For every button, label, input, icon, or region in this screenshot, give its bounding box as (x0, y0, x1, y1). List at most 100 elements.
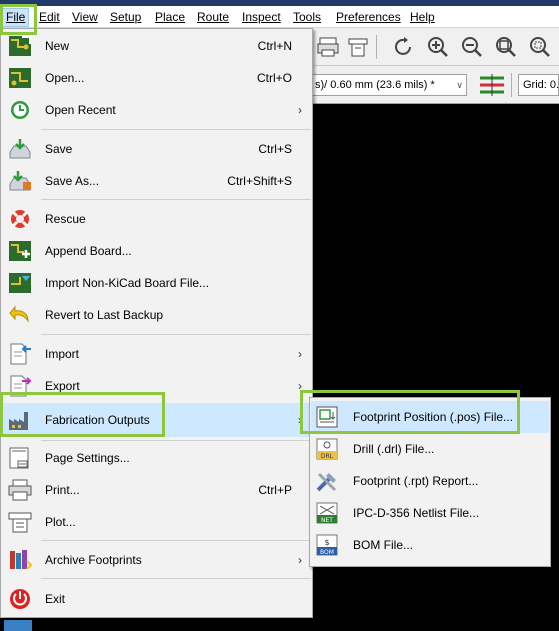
menu-item-label: Open... (45, 71, 85, 85)
submenu-item-ipc-netlist[interactable]: NET IPC-D-356 Netlist File... (311, 497, 549, 529)
exit-icon (10, 589, 30, 609)
menu-item-shortcut: Ctrl+Shift+S (227, 174, 292, 188)
track-width-value: s)/ 0.60 mm (23.6 mils) * (315, 79, 435, 91)
zoom-selection-icon[interactable] (528, 36, 552, 58)
menu-route[interactable]: Route (197, 9, 229, 26)
menu-item-shortcut: Ctrl+N (257, 39, 292, 53)
menu-separator (41, 540, 311, 541)
menu-place[interactable]: Place (155, 9, 185, 26)
save-icon (9, 139, 31, 159)
submenu-item-bom-file[interactable]: $ BOM BOM File... (311, 529, 549, 561)
menu-setup[interactable]: Setup (110, 9, 141, 26)
submenu-item-drill-file[interactable]: DRL Drill (.drl) File... (311, 433, 549, 465)
menu-separator (41, 578, 311, 579)
menu-item-archive-footprints[interactable]: Archive Footprints › (2, 545, 312, 575)
submenu-item-label: Footprint (.rpt) Report... (353, 474, 479, 488)
menu-item-rescue[interactable]: Rescue (2, 204, 312, 234)
menu-item-plot[interactable]: Plot... (2, 507, 312, 537)
fabrication-icon (9, 412, 28, 430)
svg-text:$: $ (324, 538, 329, 547)
menu-tools[interactable]: Tools (293, 9, 321, 26)
svg-text:DRL: DRL (321, 453, 334, 460)
menu-item-label: Archive Footprints (45, 553, 142, 567)
menu-item-save[interactable]: Save Ctrl+S (2, 134, 312, 164)
menu-view[interactable]: View (72, 9, 98, 26)
menu-item-fabrication-outputs[interactable]: Fabrication Outputs › (2, 403, 312, 437)
toolbar-separator (511, 73, 512, 97)
plot-icon (8, 512, 32, 533)
chevron-right-icon: › (298, 103, 302, 117)
save-as-icon (9, 171, 31, 191)
chevron-right-icon: › (298, 413, 302, 427)
open-board-icon (9, 68, 31, 88)
menu-item-new[interactable]: New Ctrl+N (2, 31, 312, 61)
append-board-icon (9, 241, 31, 261)
zoom-in-icon[interactable] (426, 36, 450, 58)
menu-item-label: Exit (45, 592, 66, 606)
recent-icon (11, 101, 29, 119)
via-size-icon[interactable] (478, 72, 506, 98)
menu-separator (41, 129, 311, 130)
menu-item-open-recent[interactable]: Open Recent › (2, 95, 312, 125)
menu-item-label: Open Recent (45, 103, 116, 117)
menu-item-open[interactable]: Open... Ctrl+O (2, 63, 312, 93)
print-icon (8, 479, 32, 501)
file-menu: New Ctrl+N Open... Ctrl+O Open Recent › … (0, 28, 313, 618)
menu-inspect[interactable]: Inspect (242, 9, 281, 26)
grid-select[interactable]: Grid: 0.2 (518, 74, 559, 96)
chevron-right-icon: › (298, 347, 302, 361)
menu-item-revert[interactable]: Revert to Last Backup (2, 300, 312, 330)
page-settings-icon (9, 447, 29, 469)
main-toolbar (312, 28, 559, 66)
menu-item-save-as[interactable]: Save As... Ctrl+Shift+S (2, 166, 312, 196)
menu-file[interactable]: File (2, 8, 30, 27)
menu-item-import-non-kicad[interactable]: Import Non-KiCad Board File... (2, 268, 312, 298)
new-board-icon (9, 36, 31, 56)
import-icon (10, 343, 31, 365)
rescue-icon (11, 210, 29, 228)
track-width-select[interactable]: s)/ 0.60 mm (23.6 mils) * ∨ (312, 74, 467, 96)
drill-file-icon: DRL (316, 438, 338, 460)
menu-item-label: Append Board... (45, 244, 132, 258)
menu-item-label: Save As... (45, 174, 100, 188)
menu-item-label: Plot... (45, 515, 76, 529)
menu-separator (41, 199, 311, 200)
netlist-icon: NET (316, 502, 338, 524)
menu-item-label: Import (45, 347, 80, 361)
plot-tool-icon[interactable] (346, 36, 370, 58)
submenu-item-footprint-position[interactable]: Footprint Position (.pos) File... (311, 401, 549, 433)
menu-item-page-settings[interactable]: Page Settings... (2, 443, 312, 473)
menu-separator (41, 334, 311, 335)
menu-bar: File Edit View Setup Place Route Inspect… (0, 6, 559, 28)
redraw-icon[interactable] (392, 36, 416, 58)
menu-item-label: New (45, 39, 70, 53)
menu-item-import[interactable]: Import › (2, 339, 312, 369)
zoom-fit-icon[interactable] (494, 36, 518, 58)
toolbar-separator (376, 35, 377, 59)
menu-edit[interactable]: Edit (39, 9, 60, 26)
zoom-out-icon[interactable] (460, 36, 484, 58)
submenu-item-label: BOM File... (353, 538, 414, 552)
archive-icon (10, 550, 32, 570)
menu-item-export[interactable]: Export › (2, 371, 312, 401)
footprint-report-icon (316, 472, 337, 492)
menu-item-append-board[interactable]: Append Board... (2, 236, 312, 266)
menu-item-shortcut: Ctrl+O (256, 71, 292, 85)
menu-help[interactable]: Help (410, 9, 435, 26)
chevron-down-icon: ∨ (456, 80, 463, 90)
menu-preferences[interactable]: Preferences (336, 9, 401, 26)
print-tool-icon[interactable] (316, 36, 340, 58)
fabrication-submenu: Footprint Position (.pos) File... DRL Dr… (309, 397, 551, 567)
submenu-item-footprint-report[interactable]: Footprint (.rpt) Report... (311, 465, 549, 497)
chevron-right-icon: › (298, 379, 302, 393)
menu-item-label: Rescue (45, 212, 86, 226)
menu-item-exit[interactable]: Exit (2, 584, 312, 614)
menu-item-print[interactable]: Print... Ctrl+P (2, 475, 312, 505)
submenu-item-label: Footprint Position (.pos) File... (353, 410, 514, 424)
svg-text:NET: NET (321, 517, 333, 524)
chevron-right-icon: › (298, 553, 302, 567)
menu-separator (41, 440, 311, 441)
menu-item-label: Import Non-KiCad Board File... (45, 276, 210, 290)
revert-icon (9, 305, 29, 323)
menu-item-label: Revert to Last Backup (45, 308, 164, 322)
